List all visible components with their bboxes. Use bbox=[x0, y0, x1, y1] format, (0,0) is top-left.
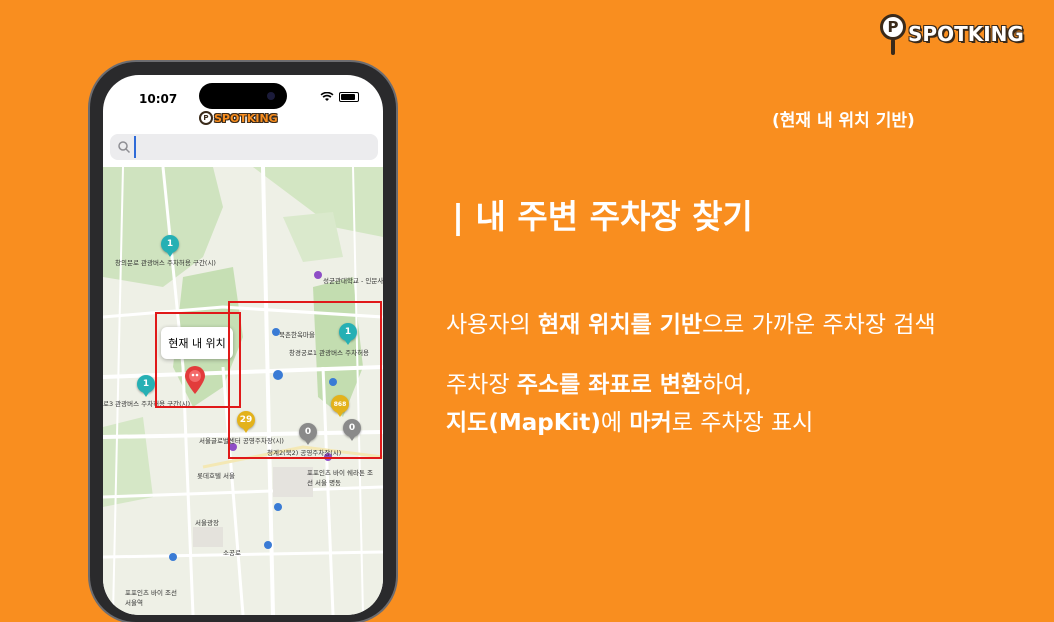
brand-logo: P SPOTKING bbox=[880, 14, 1024, 60]
marker-label: 창의문로 관광버스 주차허용 구간(시) bbox=[115, 259, 216, 267]
app-logo: P SPOTKING bbox=[199, 111, 278, 125]
description-line-3: 지도(MapKit)에 마커로 주차장 표시 bbox=[446, 410, 814, 436]
description-line-2: 주차장 주소를 좌표로 변환하여, bbox=[446, 372, 752, 398]
dynamic-island bbox=[199, 83, 287, 109]
status-icons bbox=[320, 92, 359, 102]
search-input[interactable] bbox=[134, 136, 370, 158]
highlight-parking-markers bbox=[228, 301, 382, 459]
description-line-1: 사용자의 현재 위치를 기반으로 가까운 주차장 검색 bbox=[446, 312, 936, 338]
search-bar[interactable] bbox=[110, 134, 378, 160]
parking-marker[interactable]: 1 bbox=[137, 375, 155, 397]
search-icon bbox=[118, 141, 131, 154]
map-label-fourpoints-station: 포포인츠 바이 조선 서울역 bbox=[125, 589, 177, 607]
parking-marker[interactable]: 1 bbox=[161, 235, 179, 257]
map-label-sogong: 소공로 bbox=[223, 549, 241, 557]
map-label-university: 성균관대학교 - 인문사회과학캠 bbox=[323, 277, 383, 285]
brand-name: SPOTKING bbox=[908, 22, 1024, 46]
battery-icon bbox=[339, 92, 359, 102]
brand-logo-letter: P bbox=[880, 14, 906, 40]
parking-pin-icon: P bbox=[880, 14, 912, 60]
page-title: | 내 주변 주차장 찾기 bbox=[452, 197, 753, 236]
map-label-lotte: 롯데호텔 서울 bbox=[197, 472, 235, 480]
map-label-square: 서울광장 bbox=[195, 519, 219, 527]
wifi-icon bbox=[320, 92, 334, 101]
app-logo-text: SPOTKING bbox=[214, 111, 278, 125]
status-time: 10:07 bbox=[139, 92, 178, 106]
subtitle-tag: (현재 내 위치 기반) bbox=[772, 111, 915, 131]
map-label-fourpoints: 포포인츠 바이 쉐라톤 조선 서울 명동 bbox=[307, 469, 373, 487]
parking-pin-icon: P bbox=[199, 111, 213, 125]
